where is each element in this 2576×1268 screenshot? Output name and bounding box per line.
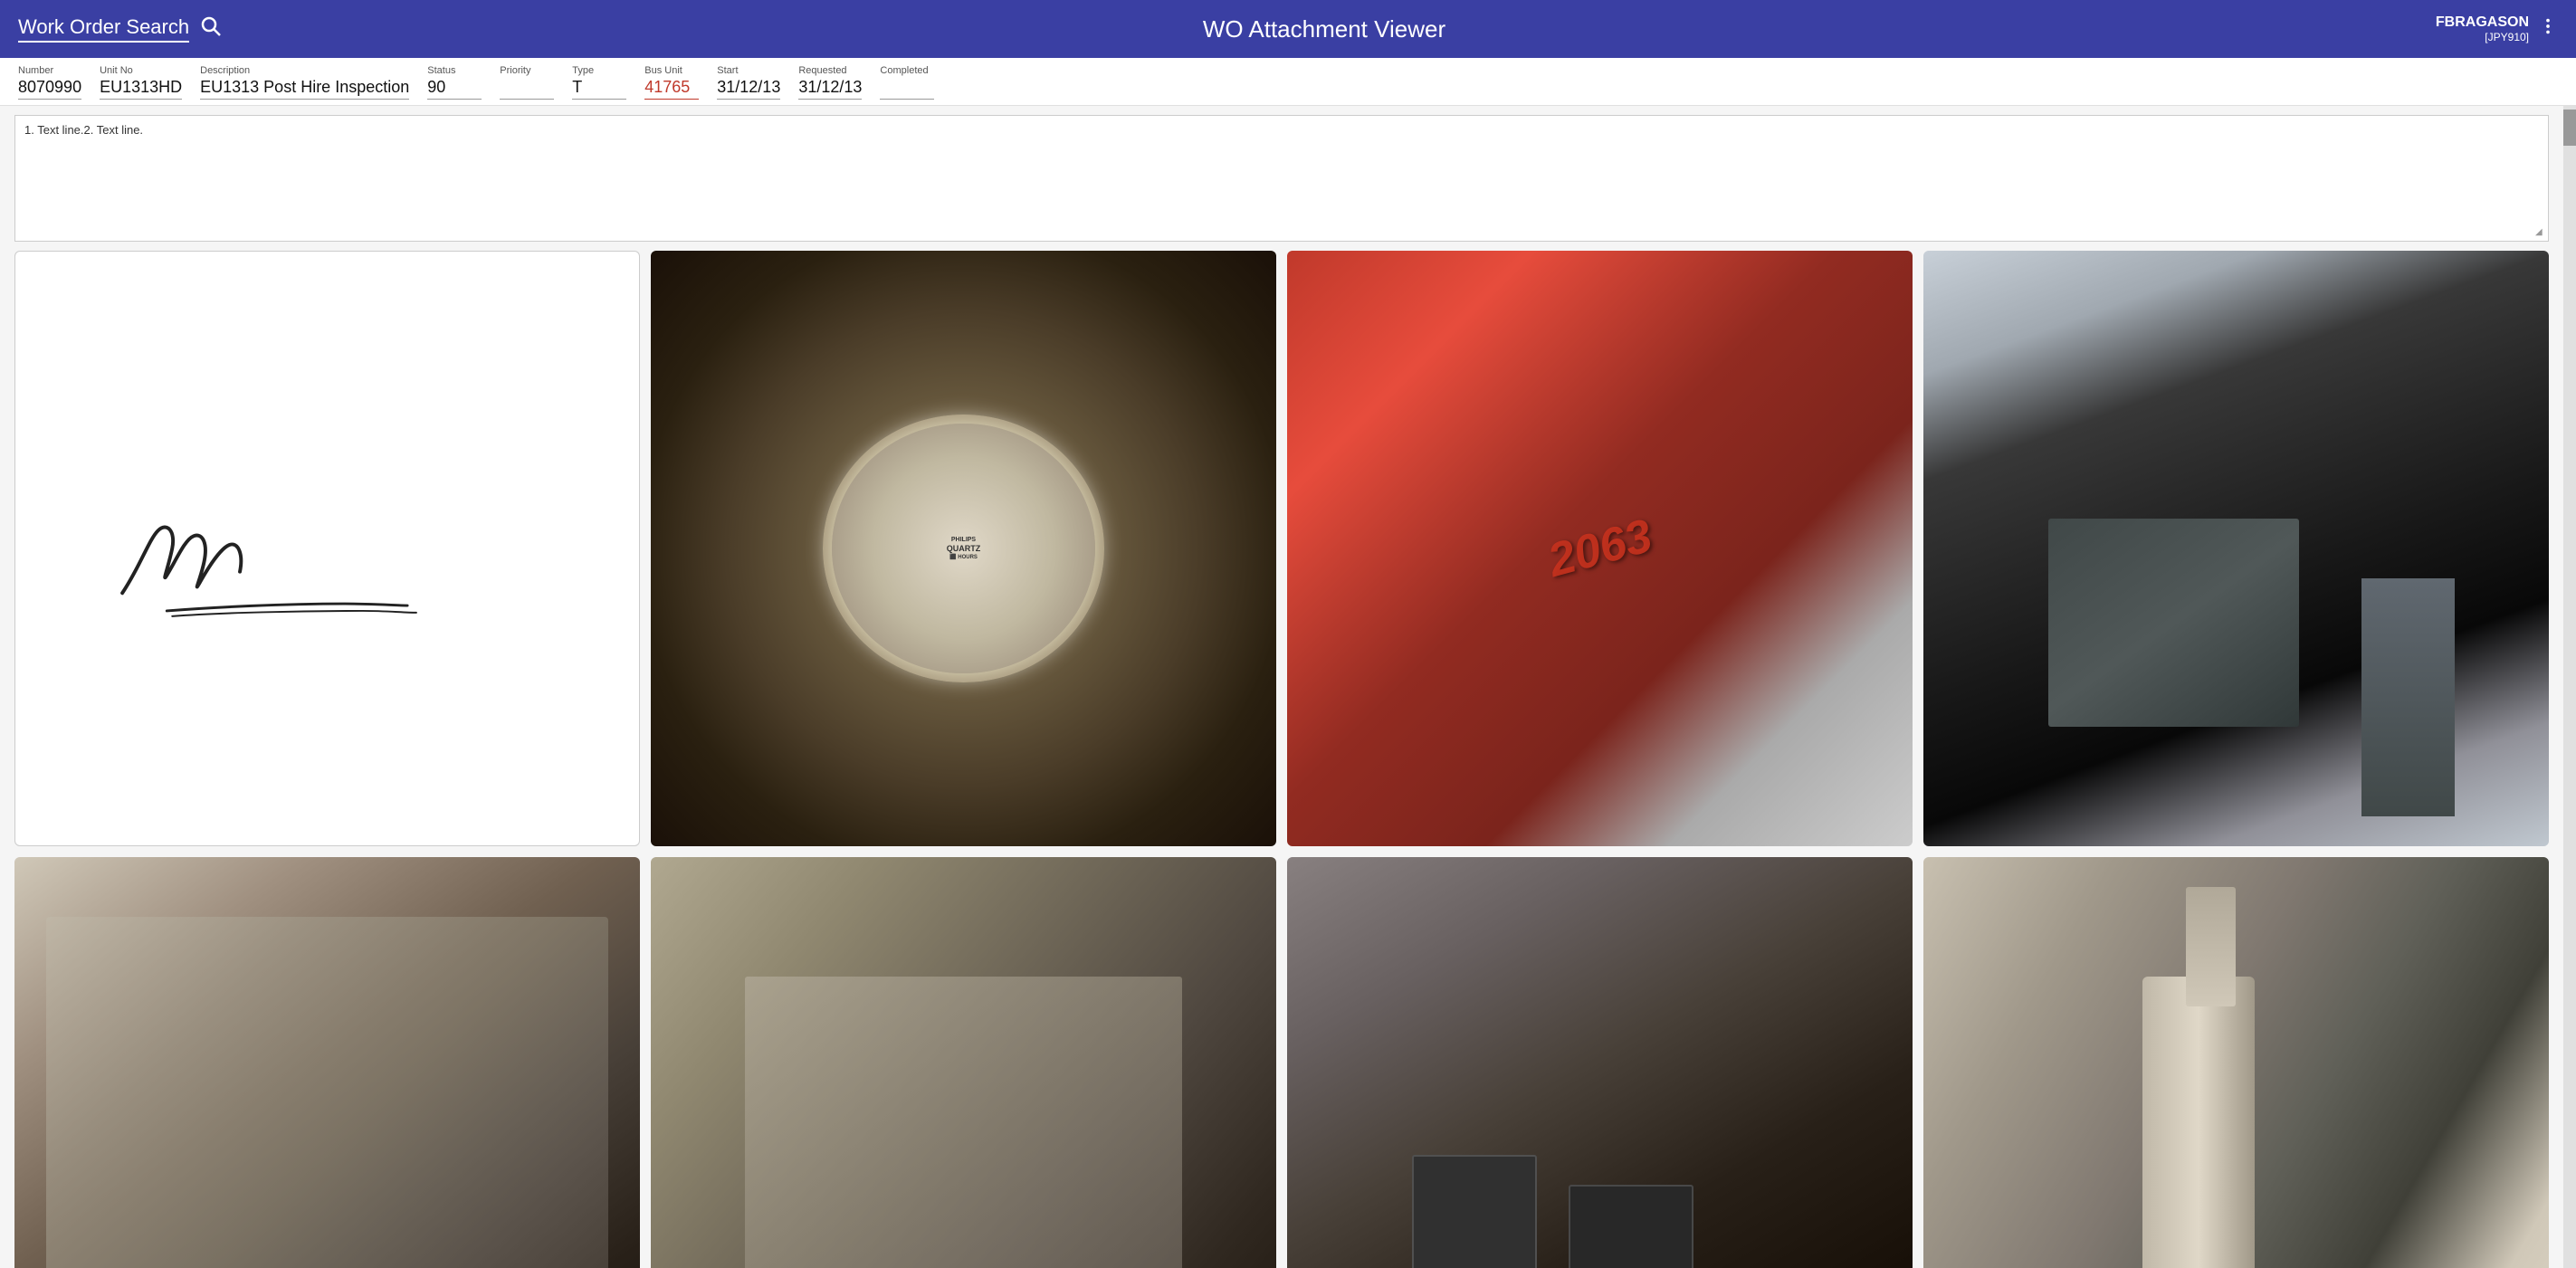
desc-value: EU1313 Post Hire Inspection	[200, 78, 409, 100]
app-name: Work Order Search	[18, 15, 189, 43]
username: FBRAGASON	[2436, 14, 2529, 31]
unit-value: EU1313HD	[100, 78, 182, 100]
notes-area: 1. Text line.2. Text line. ◢	[14, 115, 2549, 242]
header-center: WO Attachment Viewer	[272, 15, 2377, 43]
number-value: 8070990	[18, 78, 81, 100]
notes-text: 1. Text line.2. Text line.	[24, 123, 143, 137]
priority-value	[500, 78, 554, 100]
user-info: FBRAGASON [JPY910]	[2436, 14, 2529, 43]
priority-label: Priority	[500, 65, 554, 76]
type-value: T	[572, 78, 626, 100]
wo-field-completed: Completed	[880, 65, 934, 100]
wo-field-start: Start 31/12/13	[717, 65, 780, 100]
scrollbar-thumb[interactable]	[2563, 110, 2576, 146]
header-left: Work Order Search	[18, 15, 272, 43]
completed-label: Completed	[880, 65, 934, 76]
busunit-value: 41765	[644, 78, 699, 100]
image-hydraulic[interactable]	[1923, 857, 2549, 1268]
image-canopy[interactable]	[1923, 251, 2549, 846]
type-label: Type	[572, 65, 626, 76]
wo-field-unit: Unit No EU1313HD	[100, 65, 182, 100]
content-area[interactable]: 1. Text line.2. Text line. ◢	[0, 106, 2563, 1268]
image-signature[interactable]	[14, 251, 640, 846]
wo-field-status: Status 90	[427, 65, 482, 100]
start-value: 31/12/13	[717, 78, 780, 100]
wo-field-type: Type T	[572, 65, 626, 100]
start-label: Start	[717, 65, 780, 76]
scrollbar-track[interactable]	[2563, 106, 2576, 1268]
resize-handle[interactable]: ◢	[2535, 228, 2546, 239]
requested-label: Requested	[798, 65, 862, 76]
main-title: WO Attachment Viewer	[1203, 15, 1445, 43]
completed-value	[880, 78, 934, 100]
app-header: Work Order Search WO Attachment Viewer F…	[0, 0, 2576, 58]
desc-label: Description	[200, 65, 409, 76]
wo-field-desc: Description EU1313 Post Hire Inspection	[200, 65, 409, 100]
busunit-label: Bus Unit	[644, 65, 699, 76]
status-label: Status	[427, 65, 482, 76]
image-pedals[interactable]	[1287, 857, 1913, 1268]
image-grid: PHILIPS QUARTZ ⬛ HOURS 2063	[14, 251, 2549, 1268]
number-label: Number	[18, 65, 81, 76]
menu-icon[interactable]	[2538, 16, 2558, 42]
image-machinery[interactable]	[651, 857, 1276, 1268]
header-right: FBRAGASON [JPY910]	[2377, 14, 2558, 43]
search-icon[interactable]	[200, 15, 222, 43]
wo-info-bar: Number 8070990 Unit No EU1313HD Descript…	[0, 58, 2576, 106]
image-engine[interactable]	[14, 857, 640, 1268]
requested-value: 31/12/13	[798, 78, 862, 100]
status-value: 90	[427, 78, 482, 100]
main-content: 1. Text line.2. Text line. ◢	[0, 106, 2576, 1268]
userid: [JPY910]	[2436, 31, 2529, 43]
image-gauge[interactable]: PHILIPS QUARTZ ⬛ HOURS	[651, 251, 1276, 846]
wo-field-number: Number 8070990	[18, 65, 81, 100]
wo-field-busunit: Bus Unit 41765	[644, 65, 699, 100]
wo-field-priority: Priority	[500, 65, 554, 100]
wo-field-requested: Requested 31/12/13	[798, 65, 862, 100]
image-red-part[interactable]: 2063	[1287, 251, 1913, 846]
unit-label: Unit No	[100, 65, 182, 76]
